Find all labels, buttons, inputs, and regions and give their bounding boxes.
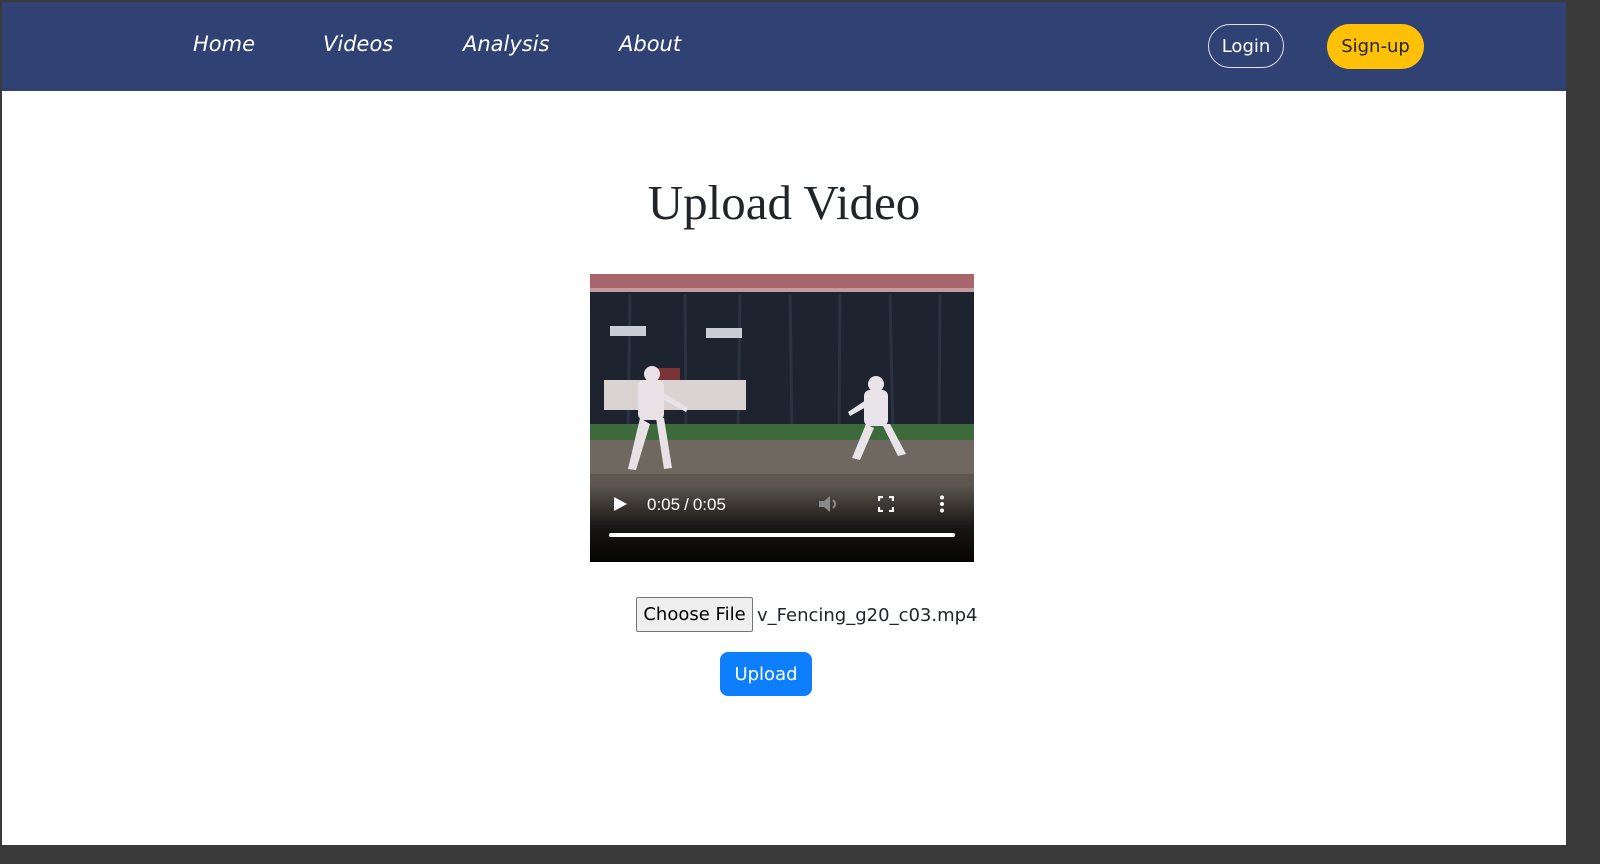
video-player[interactable]: 0:05/0:05 [590,274,974,562]
nav-link-videos[interactable]: Videos [323,32,393,56]
page-title: Upload Video [2,174,1566,231]
video-progress-fill [609,533,955,537]
signup-button[interactable]: Sign-up [1327,24,1424,69]
time-readout: 0:05/0:05 [647,495,726,515]
duration: 0:05 [692,495,726,514]
volume-muted-icon[interactable] [818,495,840,513]
more-vertical-icon[interactable] [938,495,946,513]
navbar: Home Videos Analysis About Login Sign-up [2,2,1566,91]
play-icon[interactable] [612,496,628,512]
time-separator: / [684,495,689,514]
browser-viewport: Home Videos Analysis About Login Sign-up… [2,2,1566,845]
choose-file-button[interactable]: Choose File [636,597,753,632]
selected-file-name: v_Fencing_g20_c03.mp4 [757,605,978,626]
login-button[interactable]: Login [1208,24,1284,68]
video-progress-bar[interactable] [609,533,955,537]
upload-button[interactable]: Upload [720,652,812,696]
nav-link-home[interactable]: Home [193,32,255,56]
fullscreen-icon[interactable] [878,496,894,512]
nav-link-about[interactable]: About [619,32,681,56]
nav-link-analysis[interactable]: Analysis [463,32,550,56]
current-time: 0:05 [647,495,681,514]
page-title-text: Upload Video [647,175,921,230]
